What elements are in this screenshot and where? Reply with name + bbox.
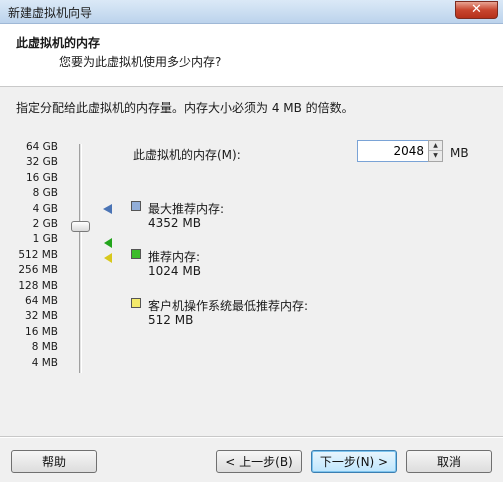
title-bar: 新建虚拟机向导 ✕: [0, 0, 503, 24]
tick-label: 32 MB: [25, 310, 58, 323]
back-button[interactable]: < 上一步(B): [216, 450, 302, 473]
min-recommended-swatch-icon: [131, 298, 141, 308]
tick-label: 64 GB: [25, 141, 58, 153]
memory-slider-thumb[interactable]: [71, 221, 90, 232]
page-subtitle: 您要为此虚拟机使用多少内存?: [59, 55, 222, 69]
memory-spinner[interactable]: ▲ ▼: [428, 140, 443, 162]
window-title: 新建虚拟机向导: [8, 6, 93, 20]
wizard-header: 此虚拟机的内存 您要为此虚拟机使用多少内存?: [0, 24, 503, 87]
min-recommended-marker-icon: [104, 253, 112, 263]
tick-label: 1 GB: [32, 233, 58, 246]
cancel-button[interactable]: 取消: [406, 450, 492, 473]
tick-label: 16 MB: [25, 325, 58, 338]
memory-input[interactable]: [357, 140, 429, 162]
tick-label: 2 GB: [32, 218, 58, 230]
close-button[interactable]: ✕: [455, 1, 498, 19]
memory-unit: MB: [450, 146, 469, 160]
legend-label: 推荐内存:: [148, 250, 201, 264]
memory-slider-track[interactable]: [79, 144, 82, 373]
max-recommended-marker-icon: [103, 204, 112, 214]
tick-label: 128 MB: [18, 279, 58, 292]
max-recommended-swatch-icon: [131, 201, 141, 211]
spin-down-icon[interactable]: ▼: [429, 151, 442, 161]
close-icon: ✕: [471, 2, 482, 17]
tick-label: 8 MB: [31, 341, 58, 354]
legend-value: 512 MB: [148, 313, 194, 327]
legend-label: 最大推荐内存:: [148, 202, 225, 216]
instruction-text: 指定分配给此虚拟机的内存量。内存大小必须为 4 MB 的倍数。: [16, 101, 354, 115]
tick-label: 512 MB: [18, 248, 58, 261]
legend-value: 4352 MB: [148, 216, 201, 230]
spin-up-icon[interactable]: ▲: [429, 141, 442, 151]
tick-label: 16 GB: [25, 171, 58, 184]
recommended-marker-icon: [104, 238, 112, 248]
tick-label: 32 GB: [25, 156, 58, 169]
tick-label: 4 MB: [31, 356, 58, 369]
next-button[interactable]: 下一步(N) >: [311, 450, 397, 473]
tick-label: 256 MB: [18, 264, 58, 277]
page-title: 此虚拟机的内存: [16, 36, 101, 50]
legend-value: 1024 MB: [148, 264, 201, 278]
tick-label: 64 MB: [25, 295, 58, 307]
tick-label: 4 GB: [32, 202, 58, 215]
memory-label: 此虚拟机的内存(M):: [133, 148, 241, 162]
footer-separator: [0, 436, 503, 438]
tick-label: 8 GB: [32, 187, 58, 200]
recommended-swatch-icon: [131, 249, 141, 259]
legend-label: 客户机操作系统最低推荐内存:: [148, 299, 309, 313]
help-button[interactable]: 帮助: [11, 450, 97, 473]
